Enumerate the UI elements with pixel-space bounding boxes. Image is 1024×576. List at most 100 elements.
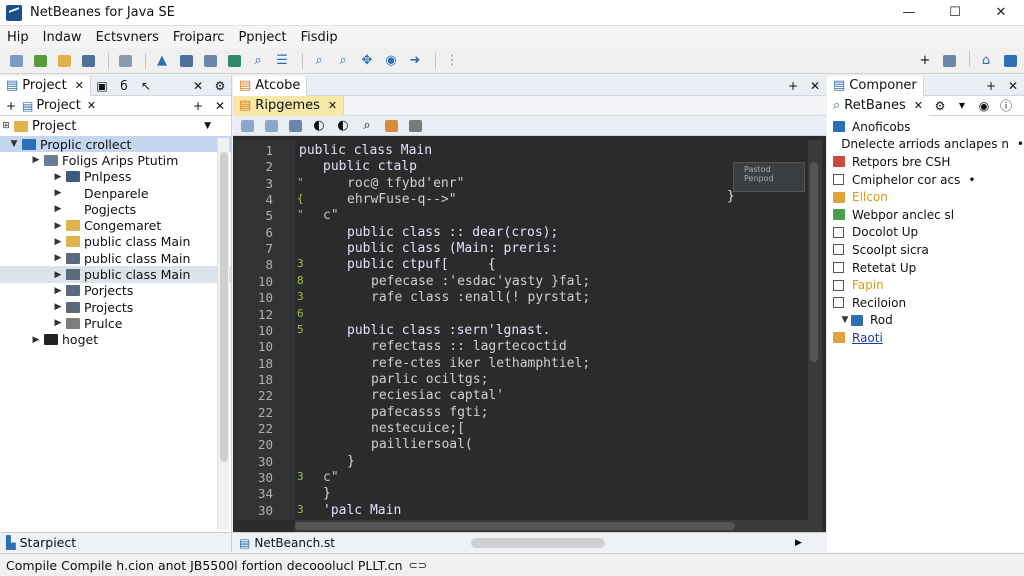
code-line[interactable]: pailliersoal( bbox=[371, 437, 473, 452]
menu-ectsvners[interactable]: Ectsvners bbox=[89, 30, 166, 45]
tree-node[interactable]: ▶ hoget bbox=[0, 332, 231, 348]
run-icon[interactable]: ✥ bbox=[357, 51, 377, 71]
tree-node[interactable]: ▶ public class Main bbox=[0, 250, 231, 266]
pin-icon[interactable]: ↖ bbox=[135, 79, 157, 93]
tree-node[interactable]: ▶ Pogjects bbox=[0, 201, 231, 217]
tree-node[interactable]: ▶ Prulce bbox=[0, 315, 231, 331]
code-line[interactable]: refe-ctes iker lethamphtiel; bbox=[371, 356, 590, 371]
component-item[interactable]: Anoficobs bbox=[827, 118, 1024, 136]
code-line[interactable]: refectass :: lagrtecoctid bbox=[371, 339, 567, 354]
profile-icon[interactable]: ◉ bbox=[381, 51, 401, 71]
chevron-down-icon[interactable]: ▼ bbox=[839, 315, 851, 325]
split-icon[interactable] bbox=[115, 51, 135, 71]
scroll-right-icon[interactable]: ▶ bbox=[795, 538, 802, 548]
bottom-hscroll[interactable] bbox=[471, 538, 605, 548]
close-icon[interactable]: ✕ bbox=[914, 99, 923, 112]
component-item[interactable]: Retetat Up bbox=[827, 259, 1024, 277]
search-icon[interactable]: ⌕ bbox=[248, 51, 268, 71]
list-icon[interactable]: ☰ bbox=[272, 51, 292, 71]
component-item[interactable]: Dnelecte arriods anclapes n • bbox=[827, 136, 1024, 154]
tab-ripgemes[interactable]: ▤ Ripgemes ✕ bbox=[233, 95, 345, 116]
source-icon[interactable] bbox=[237, 116, 257, 136]
component-item[interactable]: Cmiphelor cor acs • bbox=[827, 171, 1024, 189]
close-panel-icon[interactable]: ✕ bbox=[187, 79, 209, 93]
component-item[interactable]: Raoti bbox=[827, 329, 1024, 347]
menu-froiparc[interactable]: Froiparc bbox=[166, 30, 232, 45]
undo-icon[interactable]: ▲ bbox=[152, 51, 172, 71]
project-scrollbar[interactable] bbox=[217, 138, 229, 530]
files-tab-icon[interactable]: ▣ bbox=[91, 79, 113, 93]
clipboard-icon[interactable] bbox=[200, 51, 220, 71]
history-icon[interactable] bbox=[261, 116, 281, 136]
debug-icon[interactable]: ➜ bbox=[405, 51, 425, 71]
scroll-thumb[interactable] bbox=[810, 162, 818, 362]
menu-ppnject[interactable]: Ppnject bbox=[231, 30, 293, 45]
menu-indaw[interactable]: Indaw bbox=[36, 30, 89, 45]
code-line[interactable]: public class :: dear(cros); bbox=[347, 225, 558, 240]
tree-node[interactable]: ▶ Denparele bbox=[0, 185, 231, 201]
close-icon[interactable]: ✕ bbox=[804, 79, 826, 93]
tree-node[interactable]: ▶ Projects bbox=[0, 299, 231, 315]
code-line[interactable]: } bbox=[347, 454, 355, 469]
new-project-icon[interactable] bbox=[30, 51, 50, 71]
code-area[interactable]: public class Main public ctalp roc@ tfybd'… bbox=[295, 140, 795, 520]
code-line[interactable]: ehrwFuse-q-->" bbox=[347, 192, 457, 207]
component-item[interactable]: Retpors bre CSH bbox=[827, 153, 1024, 171]
chevron-right-icon[interactable]: ▶ bbox=[52, 221, 64, 231]
code-line[interactable]: public ctpuf[ { bbox=[347, 257, 496, 272]
tree-node[interactable]: ▶ public class Main bbox=[0, 266, 231, 283]
add-icon[interactable]: + bbox=[915, 51, 935, 71]
add-icon[interactable]: + bbox=[980, 79, 1002, 93]
checkbox[interactable] bbox=[833, 279, 844, 291]
chevron-right-icon[interactable]: ▶ bbox=[30, 335, 42, 345]
tools-icon[interactable]: ⚙ bbox=[209, 79, 231, 93]
checkbox[interactable] bbox=[833, 244, 844, 256]
chevron-down-icon[interactable]: ▼ bbox=[204, 121, 211, 131]
tree-node[interactable]: ▶ Pnlpess bbox=[0, 169, 231, 185]
record-icon[interactable]: ◉ bbox=[973, 99, 995, 113]
tab-components[interactable]: ▤ Componer bbox=[827, 75, 924, 96]
minimize-button[interactable]: — bbox=[886, 0, 932, 26]
bookmark-icon[interactable] bbox=[381, 116, 401, 136]
chevron-right-icon[interactable]: ▶ bbox=[52, 302, 64, 312]
grid-icon[interactable] bbox=[224, 51, 244, 71]
checkbox[interactable] bbox=[833, 174, 844, 186]
menu-fisdip[interactable]: Fisdip bbox=[294, 30, 345, 45]
tab-editor[interactable]: ▤ Atcobe bbox=[233, 75, 308, 96]
info-icon[interactable]: ⓘ bbox=[995, 97, 1017, 114]
window-icon[interactable] bbox=[1000, 51, 1020, 71]
code-line[interactable]: } bbox=[323, 486, 331, 501]
code-line[interactable]: rafe class :enall(! pyrstat; bbox=[371, 290, 590, 305]
format-icon[interactable] bbox=[405, 116, 425, 136]
project-root-header[interactable]: ⊞ Project ▼ bbox=[0, 116, 231, 136]
component-item[interactable]: ▼ Rod bbox=[827, 312, 1024, 330]
home-icon[interactable]: ⌂ bbox=[976, 51, 996, 71]
code-line[interactable]: public class :sern'lgnast. bbox=[347, 323, 551, 338]
code-line[interactable]: public class Main bbox=[299, 143, 432, 158]
close-icon[interactable]: ✕ bbox=[75, 79, 84, 92]
code-line[interactable]: pefecase :'esdac'yasty }fal; bbox=[371, 274, 590, 289]
code-line[interactable]: nestecuice;[ bbox=[371, 421, 465, 436]
expand-icon[interactable]: ⊞ bbox=[0, 121, 12, 131]
scroll-thumb[interactable] bbox=[295, 522, 735, 530]
code-line[interactable]: c" bbox=[323, 470, 339, 485]
checkbox[interactable] bbox=[833, 297, 844, 309]
tab-retbanes[interactable]: ⌕ RetBanes ✕ bbox=[827, 95, 929, 116]
close-icon[interactable]: ✕ bbox=[328, 99, 337, 112]
component-item[interactable]: Reciloion bbox=[827, 294, 1024, 312]
tree-node[interactable]: ▼ Proplic crollect bbox=[0, 136, 231, 153]
close-icon[interactable]: ✕ bbox=[87, 99, 96, 112]
chevron-right-icon[interactable]: ▶ bbox=[30, 155, 42, 165]
component-item[interactable]: Fapin bbox=[827, 276, 1024, 294]
search-icon[interactable]: ⌕ bbox=[357, 116, 377, 136]
close-button[interactable]: ✕ bbox=[978, 0, 1024, 26]
chevron-right-icon[interactable]: ▶ bbox=[52, 270, 64, 280]
tree-node[interactable]: ▶ Congemaret bbox=[0, 217, 231, 233]
editor-bottom-label[interactable]: NetBeanch.st bbox=[254, 536, 335, 550]
chevron-right-icon[interactable]: ▶ bbox=[52, 237, 64, 247]
tree-node[interactable]: ▶ public class Main bbox=[0, 234, 231, 250]
toggle-icon[interactable]: ◐ bbox=[309, 116, 329, 136]
scroll-thumb[interactable] bbox=[220, 152, 228, 462]
checkbox[interactable] bbox=[833, 262, 844, 274]
editor-hscrollbar[interactable] bbox=[295, 520, 815, 532]
